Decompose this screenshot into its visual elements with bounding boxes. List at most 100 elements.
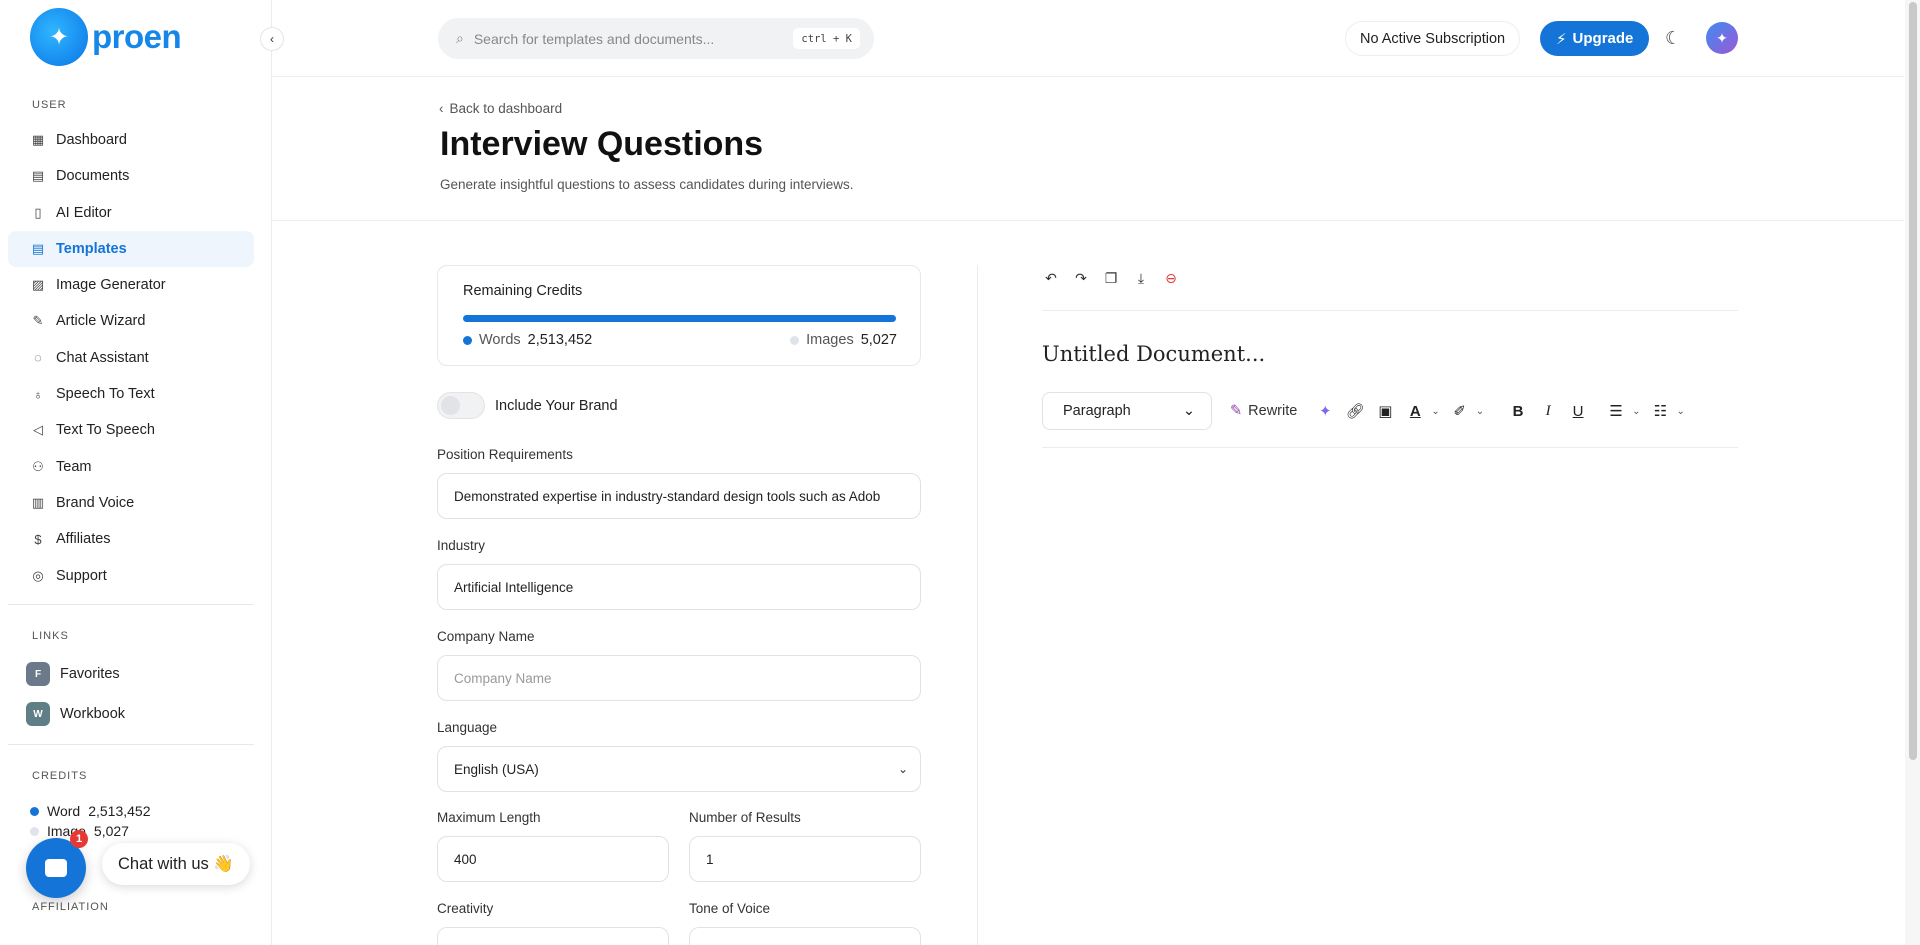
number-of-results-input[interactable]: 1: [689, 836, 921, 882]
sidebar-item-brand-voice[interactable]: ▥ Brand Voice: [8, 485, 254, 521]
back-to-dashboard-link[interactable]: ‹ Back to dashboard: [439, 101, 562, 116]
language-select[interactable]: English (USA) ⌄: [437, 746, 921, 792]
rewrite-button[interactable]: ✎ Rewrite: [1222, 403, 1305, 419]
company-label: Company Name: [437, 629, 535, 644]
pencil-icon: ✎: [1230, 403, 1243, 419]
subscription-status[interactable]: No Active Subscription: [1345, 21, 1521, 56]
layout-icon: ▥: [31, 494, 45, 510]
grid-icon: ▦: [31, 132, 45, 147]
block-type-value: Paragraph: [1063, 403, 1131, 419]
company-name-input[interactable]: Company Name: [437, 655, 921, 701]
chevron-down-icon: ⌄: [897, 762, 908, 776]
sidebar-item-article-wizard[interactable]: ✎ Article Wizard: [8, 303, 254, 339]
chevron-down-icon[interactable]: ⌄: [1476, 406, 1484, 417]
ai-sparkle-icon[interactable]: ✦: [1315, 399, 1335, 423]
words-dot: [463, 335, 472, 345]
image-dot: [30, 826, 39, 836]
sidebar-item-dashboard[interactable]: ▦ Dashboard: [8, 122, 254, 158]
industry-label: Industry: [437, 538, 486, 553]
sidebar-item-text-to-speech[interactable]: ◁ Text To Speech: [8, 412, 254, 448]
max-length-label: Maximum Length: [437, 810, 541, 825]
image-icon[interactable]: ▣: [1375, 399, 1395, 423]
credit-word: Word 2,513,452: [30, 803, 151, 819]
images-credit: Images 5,027: [790, 332, 897, 348]
sidebar-item-ai-editor[interactable]: ▯ AI Editor: [8, 195, 254, 231]
language-value: English (USA): [454, 761, 539, 777]
logo[interactable]: ✦ proen: [30, 8, 182, 66]
sidebar-item-label: Affiliates: [56, 531, 111, 548]
sidebar-item-team[interactable]: ⚇ Team: [8, 449, 254, 485]
credits-progress-bar: [463, 315, 896, 322]
block-type-select[interactable]: Paragraph ⌄: [1042, 392, 1212, 430]
rewrite-label: Rewrite: [1248, 403, 1298, 419]
page-scrollbar[interactable]: [1905, 0, 1920, 945]
sidebar-item-affiliates[interactable]: $ Affiliates: [8, 521, 254, 557]
images-dot: [790, 335, 800, 345]
bold-icon[interactable]: B: [1508, 399, 1528, 423]
file-edit-icon: ✎: [32, 313, 44, 329]
creativity-select[interactable]: [437, 927, 669, 945]
sidebar-item-label: Brand Voice: [56, 494, 135, 511]
industry-input[interactable]: Artificial Intelligence: [437, 564, 921, 610]
sidebar-item-label: Chat Assistant: [56, 349, 149, 366]
include-brand-toggle[interactable]: [437, 392, 485, 419]
chevron-down-icon[interactable]: ⌄: [1676, 406, 1684, 417]
brand-name: proen: [92, 18, 182, 55]
undo-icon[interactable]: ↶: [1042, 269, 1060, 287]
sidebar-item-label: Dashboard: [56, 132, 127, 148]
sidebar-item-support[interactable]: ◎ Support: [8, 558, 254, 594]
copy-icon[interactable]: ❐: [1102, 269, 1120, 287]
link-icon[interactable]: 🔗︎: [1345, 399, 1365, 423]
sidebar-item-speech-to-text[interactable]: ♁ Speech To Text: [8, 376, 254, 412]
credits-section-label: CREDITS: [32, 770, 88, 782]
chevron-down-icon[interactable]: ⌄: [1431, 406, 1439, 417]
download-icon[interactable]: ⤓: [1132, 269, 1150, 287]
link-workbook[interactable]: W Workbook: [26, 702, 125, 726]
dollar-icon: $: [34, 531, 42, 547]
document-title-input[interactable]: Untitled Document...: [1042, 342, 1265, 366]
page-title: Interview Questions: [440, 125, 764, 163]
redo-icon[interactable]: ↷: [1072, 269, 1090, 287]
search-input[interactable]: ⌕ Search for templates and documents... …: [438, 18, 874, 59]
delete-icon[interactable]: ⊖: [1162, 269, 1180, 287]
sidebar-item-label: Article Wizard: [56, 313, 146, 330]
sidebar-item-label: Speech To Text: [56, 386, 155, 403]
link-favorites[interactable]: F Favorites: [26, 662, 120, 686]
book-icon: ▯: [34, 204, 42, 220]
user-avatar[interactable]: ✦: [1706, 22, 1738, 54]
editor-divider: [1042, 310, 1738, 311]
lifebuoy-icon: ◎: [32, 567, 44, 583]
italic-icon[interactable]: I: [1538, 399, 1558, 423]
column-divider: [977, 265, 978, 945]
format-toolbar: Paragraph ⌄ ✎ Rewrite ✦ 🔗︎ ▣ A ⌄ ✐ ⌄ B I U…: [1042, 392, 1685, 430]
sidebar-item-label: Support: [56, 567, 107, 584]
max-length-input[interactable]: 400: [437, 836, 669, 882]
upgrade-button[interactable]: ⚡ Upgrade: [1540, 21, 1650, 56]
speaker-icon: ◁: [33, 422, 43, 438]
chevron-down-icon[interactable]: ⌄: [1632, 406, 1640, 417]
sidebar-item-label: Image Generator: [56, 277, 166, 294]
sidebar-item-templates[interactable]: ▤ Templates: [8, 230, 254, 267]
text-color-icon[interactable]: A: [1405, 399, 1425, 423]
favorites-badge: F: [26, 662, 50, 686]
underline-icon[interactable]: U: [1568, 399, 1588, 423]
bullet-list-icon[interactable]: ☰: [1606, 399, 1626, 423]
sidebar-item-label: Text To Speech: [56, 422, 155, 439]
tone-of-voice-select[interactable]: [689, 927, 921, 945]
sidebar-item-documents[interactable]: ▤ Documents: [8, 158, 254, 194]
scrollbar-thumb[interactable]: [1909, 2, 1917, 760]
chat-with-us-label[interactable]: Chat with us 👋: [102, 843, 250, 885]
sidebar-item-image-generator[interactable]: ▨ Image Generator: [8, 267, 254, 303]
sidebar-item-chat-assistant[interactable]: ◌ Chat Assistant: [8, 340, 254, 376]
collapse-sidebar-button[interactable]: ‹: [260, 27, 284, 51]
highlight-icon[interactable]: ✐: [1450, 399, 1470, 423]
credit-label: Word: [47, 803, 81, 819]
numbered-list-icon[interactable]: ☷: [1650, 399, 1670, 423]
position-requirements-input[interactable]: Demonstrated expertise in industry-stand…: [437, 473, 921, 519]
results-label: Number of Results: [689, 810, 801, 825]
include-brand-label: Include Your Brand: [495, 397, 618, 414]
editor-divider: [1042, 447, 1738, 448]
chat-bubble-icon: [45, 859, 67, 877]
back-label: Back to dashboard: [449, 101, 563, 116]
dark-mode-toggle-icon[interactable]: ☾: [1665, 28, 1681, 49]
